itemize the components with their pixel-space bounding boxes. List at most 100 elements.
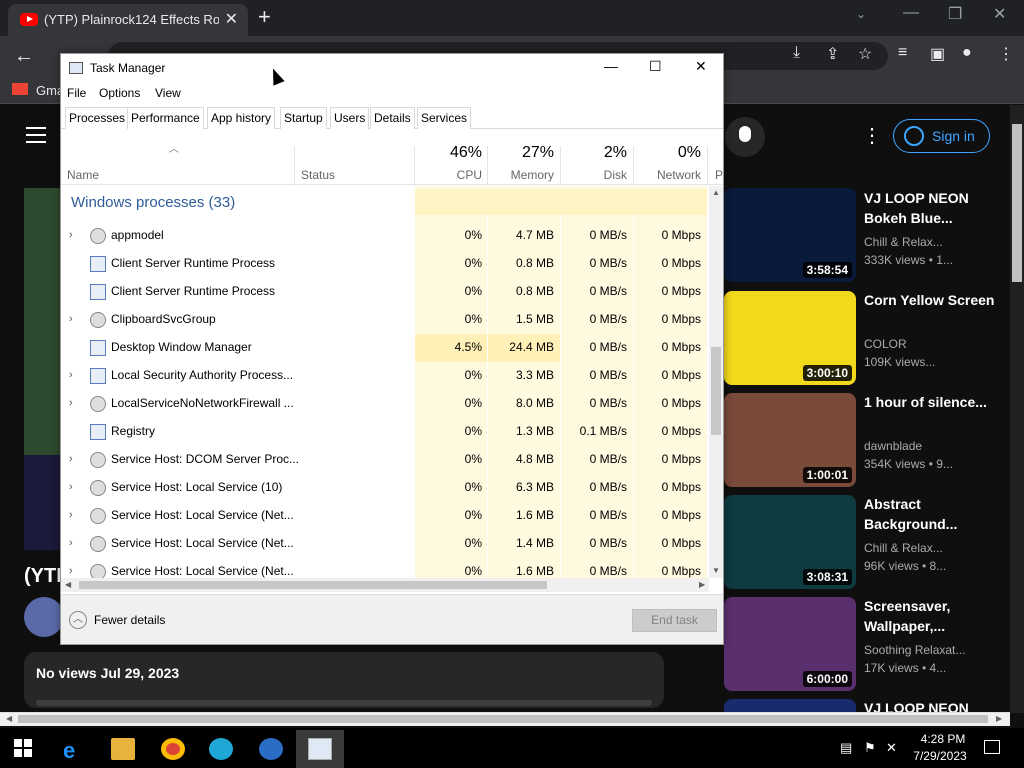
taskbar-file-explorer[interactable] bbox=[99, 730, 147, 768]
table-row[interactable]: Registry 0% 1.3 MB 0.1 MB/s 0 Mbps bbox=[61, 418, 709, 446]
maximize-icon[interactable]: ☐ bbox=[649, 58, 662, 75]
recommended-thumbnail[interactable]: 1:00:01 bbox=[724, 393, 856, 487]
table-row[interactable]: Client Server Runtime Process 0% 0.8 MB 0 M… bbox=[61, 278, 709, 306]
table-row[interactable]: Client Server Runtime Process 0% 0.8 MB 0 M… bbox=[61, 250, 709, 278]
scroll-up-arrow-icon[interactable]: ▲ bbox=[712, 188, 720, 197]
scroll-left-arrow-icon[interactable]: ◀ bbox=[6, 714, 12, 723]
browser-restore-icon[interactable]: ❐ bbox=[948, 4, 962, 24]
recommended-title[interactable]: VJ LOOP NEON bbox=[864, 698, 1014, 713]
scroll-right-arrow-icon[interactable]: ▶ bbox=[996, 714, 1002, 723]
column-header-cpu-percent[interactable]: 46% bbox=[421, 144, 482, 162]
table-row[interactable]: › Service Host: Local Service (10) 0% 6.3 M… bbox=[61, 474, 709, 502]
expand-chevron-icon[interactable]: › bbox=[69, 313, 73, 325]
column-divider[interactable] bbox=[633, 146, 634, 186]
browser-close-icon[interactable]: ✕ bbox=[993, 4, 1006, 24]
page-vertical-scroll-thumb[interactable] bbox=[1012, 124, 1022, 282]
column-divider[interactable] bbox=[707, 146, 708, 186]
recommended-title[interactable]: VJ LOOP NEON Bokeh Blue... bbox=[864, 188, 1014, 228]
tab-startup[interactable]: Startup bbox=[280, 107, 327, 129]
sort-ascending-icon[interactable]: ︿ bbox=[169, 140, 179, 155]
group-heading-windows-processes[interactable]: Windows processes (33) bbox=[71, 194, 235, 211]
tray-volume-muted-icon[interactable]: ✕ bbox=[886, 740, 897, 756]
table-row[interactable]: › LocalServiceNoNetworkFirewall ... 0% 8.0 … bbox=[61, 390, 709, 418]
table-row[interactable]: › Service Host: Local Service (Net... 0% 1.… bbox=[61, 502, 709, 530]
column-header-disk-percent[interactable]: 2% bbox=[566, 144, 627, 162]
table-row[interactable]: › Service Host: Local Service (Net... 0% 1.… bbox=[61, 530, 709, 558]
table-row[interactable]: › Service Host: Local Service (Net... 0% 1.… bbox=[61, 558, 709, 578]
recommended-thumbnail[interactable]: 3:08:31 bbox=[724, 495, 856, 589]
recommended-title[interactable]: Corn Yellow Screen bbox=[864, 290, 1014, 310]
column-header-status[interactable]: Status bbox=[301, 168, 335, 182]
column-divider[interactable] bbox=[560, 146, 561, 186]
recommended-thumbnail[interactable] bbox=[724, 699, 856, 713]
chrome-menu-icon[interactable]: ⋮ bbox=[998, 44, 1014, 64]
end-task-button[interactable]: End task bbox=[632, 609, 717, 632]
column-header-power-truncated[interactable]: P bbox=[715, 168, 723, 182]
profile-icon[interactable]: ● bbox=[962, 44, 972, 62]
column-divider[interactable] bbox=[414, 146, 415, 186]
expand-chevron-icon[interactable]: › bbox=[69, 397, 73, 409]
share-icon[interactable]: ⇪ bbox=[826, 44, 839, 64]
new-tab-button[interactable]: + bbox=[258, 4, 271, 30]
voice-search-button[interactable] bbox=[725, 117, 765, 157]
expand-chevron-icon[interactable]: › bbox=[69, 481, 73, 493]
tray-flag-icon[interactable]: ⚑ bbox=[864, 740, 876, 756]
recommended-thumbnail[interactable]: 3:00:10 bbox=[724, 291, 856, 385]
recommended-title[interactable]: Abstract Background... bbox=[864, 494, 1014, 534]
media-control-icon[interactable]: ≡ bbox=[898, 44, 907, 62]
sign-in-button[interactable]: Sign in bbox=[893, 119, 990, 153]
recommended-thumbnail[interactable]: 6:00:00 bbox=[724, 597, 856, 691]
table-row[interactable]: Desktop Window Manager 4.5% 24.4 MB 0 MB/s 0… bbox=[61, 334, 709, 362]
start-button[interactable] bbox=[14, 739, 32, 757]
browser-minimize-icon[interactable]: — bbox=[903, 4, 919, 22]
expand-chevron-icon[interactable]: › bbox=[69, 229, 73, 241]
close-icon[interactable]: ✕ bbox=[695, 58, 707, 75]
column-header-network-percent[interactable]: 0% bbox=[639, 144, 701, 162]
recommended-channel[interactable]: COLOR bbox=[864, 337, 907, 351]
taskbar-app[interactable] bbox=[247, 730, 295, 768]
table-row[interactable]: › Local Security Authority Process... 0% 3.… bbox=[61, 362, 709, 390]
taskbar-chrome[interactable] bbox=[149, 730, 197, 768]
recommended-channel[interactable]: Soothing Relaxat... bbox=[864, 643, 965, 657]
browser-tab-active[interactable]: (YTP) Plainrock124 Effects Round ✕ bbox=[8, 4, 248, 36]
column-divider[interactable] bbox=[294, 146, 295, 186]
install-app-icon[interactable]: ⤓ bbox=[793, 44, 800, 62]
recommended-title[interactable]: 1 hour of silence... bbox=[864, 392, 1014, 412]
fewer-details-link[interactable]: Fewer details bbox=[94, 613, 165, 627]
expand-chevron-icon[interactable]: › bbox=[69, 537, 73, 549]
expand-chevron-icon[interactable]: › bbox=[69, 509, 73, 521]
recommended-thumbnail[interactable]: 3:58:54 bbox=[724, 188, 856, 282]
fewer-details-chevron-icon[interactable]: ︿ bbox=[69, 611, 87, 629]
scroll-down-arrow-icon[interactable]: ▼ bbox=[712, 566, 720, 575]
process-list-horizontal-scroll-thumb[interactable] bbox=[79, 581, 547, 589]
recommended-title[interactable]: Screensaver, Wallpaper,... bbox=[864, 596, 1014, 636]
taskbar-edge[interactable] bbox=[197, 730, 245, 768]
table-row[interactable]: › Service Host: DCOM Server Proc... 0% 4.8 … bbox=[61, 446, 709, 474]
menu-view[interactable]: View bbox=[155, 86, 181, 100]
column-header-memory-percent[interactable]: 27% bbox=[493, 144, 554, 162]
recommended-channel[interactable]: dawnblade bbox=[864, 439, 922, 453]
menu-file[interactable]: File bbox=[67, 86, 86, 100]
notification-center-icon[interactable] bbox=[984, 740, 1000, 754]
page-horizontal-scroll-thumb[interactable] bbox=[18, 715, 988, 723]
recommended-channel[interactable]: Chill & Relax... bbox=[864, 541, 943, 555]
menu-hamburger-icon[interactable] bbox=[26, 127, 46, 143]
back-arrow-icon[interactable]: ← bbox=[14, 45, 34, 68]
channel-avatar[interactable] bbox=[24, 597, 64, 637]
recommended-channel[interactable]: Chill & Relax... bbox=[864, 235, 943, 249]
scroll-right-arrow-icon[interactable]: ▶ bbox=[699, 580, 705, 589]
side-panel-icon[interactable]: ▣ bbox=[930, 44, 945, 64]
table-row[interactable]: › appmodel 0% 4.7 MB 0 MB/s 0 Mbps bbox=[61, 222, 709, 250]
menu-options[interactable]: Options bbox=[99, 86, 140, 100]
tab-close-icon[interactable]: ✕ bbox=[225, 9, 238, 29]
tab-performance[interactable]: Performance bbox=[127, 107, 204, 129]
scroll-left-arrow-icon[interactable]: ◀ bbox=[65, 580, 71, 589]
tab-search-chevron-icon[interactable]: ⌄ bbox=[856, 7, 866, 21]
tab-processes[interactable]: Processes bbox=[65, 107, 130, 129]
tab-app-history[interactable]: App history bbox=[207, 107, 276, 129]
column-header-name[interactable]: Name bbox=[67, 168, 99, 182]
expand-chevron-icon[interactable]: › bbox=[69, 453, 73, 465]
column-divider[interactable] bbox=[487, 146, 488, 186]
clock-time[interactable]: 4:28 PM bbox=[912, 732, 974, 746]
tab-services[interactable]: Services bbox=[417, 107, 472, 129]
